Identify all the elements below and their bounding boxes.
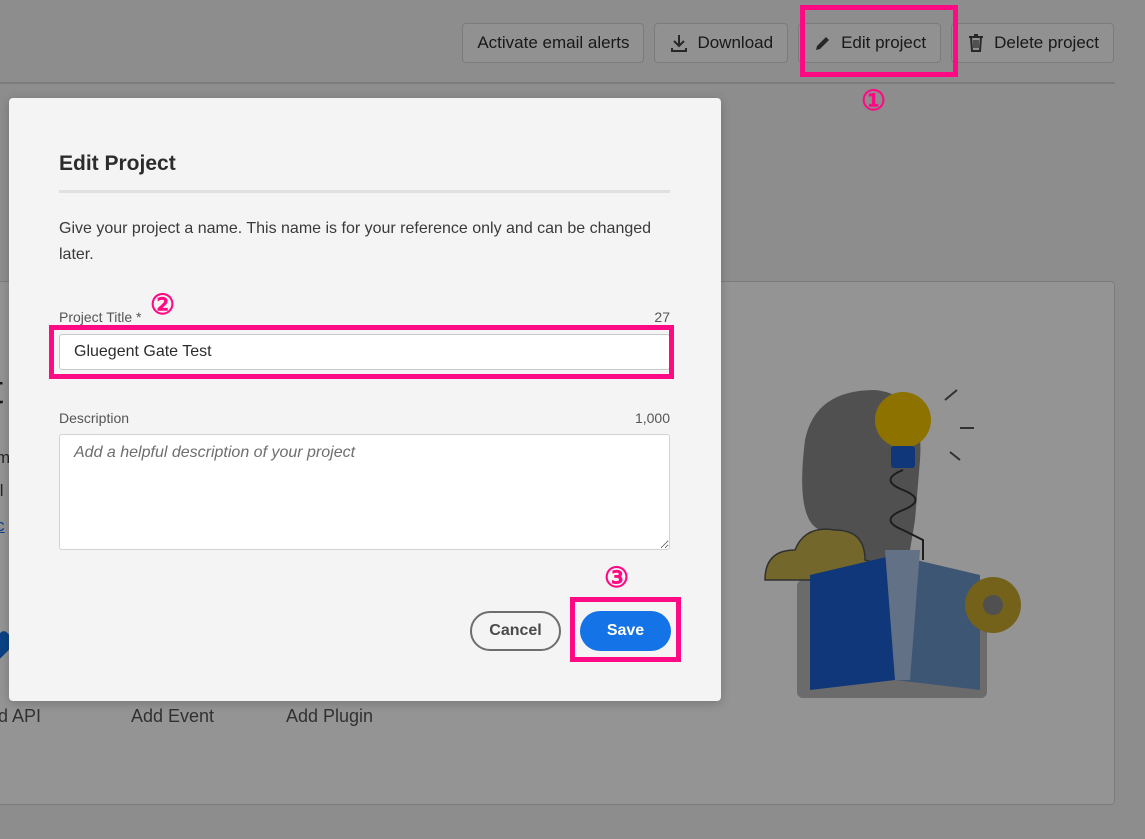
dialog-title: Edit Project xyxy=(59,152,176,175)
highlight-project-title xyxy=(49,325,674,379)
project-title-label: Project Title * xyxy=(59,309,142,325)
description-char-count: 1,000 xyxy=(634,410,670,426)
cancel-button[interactable]: Cancel xyxy=(470,611,561,651)
dialog-description: Give your project a name. This name is f… xyxy=(59,220,652,263)
description-textarea[interactable] xyxy=(59,434,670,550)
dialog-divider xyxy=(59,190,670,193)
highlight-save-button xyxy=(570,597,681,662)
step-1-marker: ① xyxy=(861,85,887,116)
step-2-marker: ② xyxy=(150,289,176,320)
description-label: Description xyxy=(59,410,130,426)
project-title-char-count: 27 xyxy=(654,309,670,325)
step-3-marker: ③ xyxy=(604,562,630,593)
highlight-edit-project xyxy=(800,5,958,77)
